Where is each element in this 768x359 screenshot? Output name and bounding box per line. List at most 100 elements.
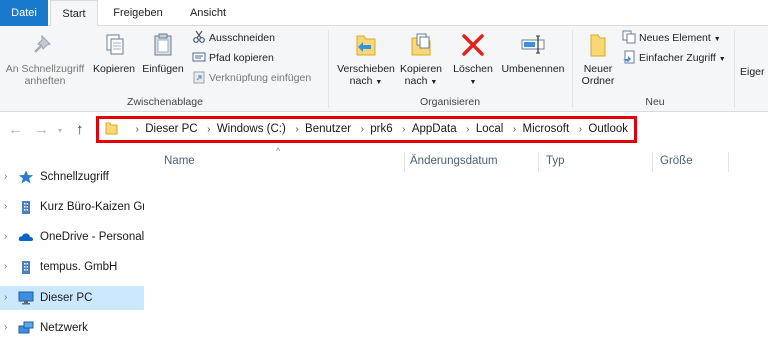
group-divider [328, 30, 329, 108]
nav-item-schnellzugriff[interactable]: › Schnellzugriff [0, 165, 144, 189]
copy-to-line1: Kopieren [399, 63, 443, 75]
group-label-organize: Organisieren [419, 96, 481, 108]
nav-item-onedrive[interactable]: › OneDrive - Personal [0, 225, 144, 249]
nav-item-kurz-buero-kaizen[interactable]: › Kurz Büro-Kaizen Gm [0, 195, 144, 219]
move-to-line2: nach [349, 75, 373, 87]
expand-chevron-icon[interactable]: › [4, 316, 7, 340]
move-to-button[interactable]: Verschieben nach ▼ [334, 30, 398, 89]
breadcrumb-microsoft[interactable]: Microsoft [523, 123, 570, 135]
column-header-name[interactable]: Name [164, 155, 195, 167]
breadcrumb-separator-icon[interactable]: › [396, 119, 412, 140]
rename-button[interactable]: Umbenennen [498, 30, 568, 75]
easy-access-button[interactable]: Einfacher Zugriff ▼ [622, 49, 726, 67]
paste-shortcut-button[interactable]: Verknüpfung einfügen [192, 69, 311, 87]
breadcrumb-separator-icon[interactable]: › [460, 119, 476, 140]
address-bar[interactable]: › Dieser PC › Windows (C:) › Benutzer › prk6… [96, 116, 637, 143]
building-icon [22, 261, 30, 274]
easy-access-label: Einfacher Zugriff [639, 52, 716, 64]
nav-item-tempus-gmbh[interactable]: › tempus. GmbH [0, 255, 144, 279]
nav-label: Netzwerk [40, 322, 88, 334]
breadcrumb-separator-icon[interactable]: › [289, 119, 305, 140]
pin-label-line1: An Schnellzugriff [5, 63, 85, 75]
tab-datei[interactable]: Datei [0, 0, 48, 26]
easy-access-icon [623, 50, 635, 64]
ribbon: An Schnellzugriff anheften Kopieren Einf… [0, 26, 768, 112]
column-divider[interactable] [652, 152, 653, 172]
copy-to-folder-icon [411, 33, 431, 56]
breadcrumb-separator-icon[interactable]: › [354, 119, 370, 140]
nav-label: OneDrive - Personal [40, 231, 144, 243]
file-list[interactable] [148, 174, 768, 359]
column-header-size[interactable]: Größe [660, 155, 693, 167]
network-icon [18, 321, 34, 334]
paste-button[interactable]: Einfügen [138, 30, 188, 75]
copy-icon [106, 34, 124, 55]
up-arrow-icon[interactable]: ↑ [76, 121, 84, 138]
breadcrumb-dieser-pc[interactable]: Dieser PC [145, 123, 197, 135]
column-header-date[interactable]: Änderungsdatum [410, 155, 498, 167]
pin-label-line2: anheften [24, 75, 66, 87]
breadcrumb-prk6[interactable]: prk6 [370, 123, 392, 135]
new-item-button[interactable]: Neues Element ▼ [622, 29, 721, 47]
copy-to-dropdown-arrow: ▼ [430, 79, 438, 86]
breadcrumb-separator-icon[interactable]: › [572, 119, 588, 140]
new-folder-button[interactable]: Neuer Ordner [576, 30, 620, 87]
cut-button[interactable]: Ausschneiden [192, 29, 275, 47]
breadcrumb-outlook[interactable]: Outlook [588, 123, 628, 135]
expand-chevron-icon[interactable]: › [4, 286, 7, 310]
nav-label: Dieser PC [40, 292, 93, 304]
column-header-type[interactable]: Typ [546, 155, 565, 167]
forward-arrow-icon[interactable]: → [34, 121, 49, 138]
ribbon-tabbar: Datei Start Freigeben Ansicht [0, 0, 768, 27]
breadcrumb-appdata[interactable]: AppData [412, 123, 457, 135]
pin-icon [34, 34, 51, 53]
nav-item-dieser-pc[interactable]: › Dieser PC [0, 286, 144, 310]
copy-button[interactable]: Kopieren [90, 30, 138, 75]
tab-freigeben[interactable]: Freigeben [104, 0, 172, 26]
column-divider[interactable] [538, 152, 539, 172]
delete-label: Löschen [453, 63, 493, 75]
nav-item-netzwerk[interactable]: › Netzwerk [0, 316, 144, 340]
group-divider [572, 30, 573, 108]
new-folder-line2: Ordner [581, 75, 615, 87]
paste-label: Einfügen [142, 63, 184, 75]
breadcrumb-separator-icon[interactable]: › [201, 119, 217, 140]
move-to-line1: Verschieben [337, 63, 395, 75]
copy-to-button[interactable]: Kopieren nach ▼ [398, 30, 444, 89]
tab-start[interactable]: Start [50, 0, 98, 27]
delete-dropdown-arrow: ▼ [469, 79, 477, 86]
tab-ansicht[interactable]: Ansicht [180, 0, 236, 26]
sort-ascending-icon: ^ [276, 146, 281, 156]
navigation-row: ← → ▾ ↑ › Dieser PC › Windows (C:) › Benutz… [0, 112, 768, 148]
expand-chevron-icon[interactable]: › [4, 225, 7, 249]
copy-path-button[interactable]: Pfad kopieren [192, 49, 274, 67]
copy-label: Kopieren [92, 63, 136, 75]
building-icon [22, 201, 30, 214]
easy-access-dropdown-arrow: ▼ [718, 56, 726, 63]
pin-quick-access-button[interactable]: An Schnellzugriff anheften [2, 30, 88, 87]
breadcrumb-separator-icon[interactable]: › [507, 119, 523, 140]
expand-chevron-icon[interactable]: › [4, 255, 7, 279]
group-divider [734, 30, 735, 108]
rename-icon [521, 35, 545, 54]
new-folder-icon [590, 34, 606, 57]
group-label-new: Neu [645, 96, 665, 108]
expand-chevron-icon[interactable]: › [4, 195, 7, 219]
column-divider[interactable] [404, 152, 405, 172]
properties-button-partial[interactable]: Eiger [740, 66, 768, 78]
copy-path-label: Pfad kopieren [209, 52, 274, 64]
scissors-icon [193, 30, 205, 43]
breadcrumb-separator-icon[interactable]: › [129, 119, 145, 140]
column-divider[interactable] [728, 152, 729, 172]
group-label-clipboard: Zwischenablage [127, 96, 203, 108]
delete-button[interactable]: Löschen ▼ [450, 30, 496, 89]
cut-label: Ausschneiden [209, 32, 275, 44]
breadcrumb-local[interactable]: Local [476, 123, 504, 135]
breadcrumb-benutzer[interactable]: Benutzer [305, 123, 351, 135]
expand-chevron-icon[interactable]: › [4, 165, 7, 189]
back-arrow-icon[interactable]: ← [8, 121, 23, 138]
recent-locations-chevron-icon[interactable]: ▾ [58, 126, 62, 135]
new-item-dropdown-arrow: ▼ [713, 36, 721, 43]
breadcrumb-windows-c[interactable]: Windows (C:) [217, 123, 286, 135]
copy-path-icon [192, 52, 206, 62]
